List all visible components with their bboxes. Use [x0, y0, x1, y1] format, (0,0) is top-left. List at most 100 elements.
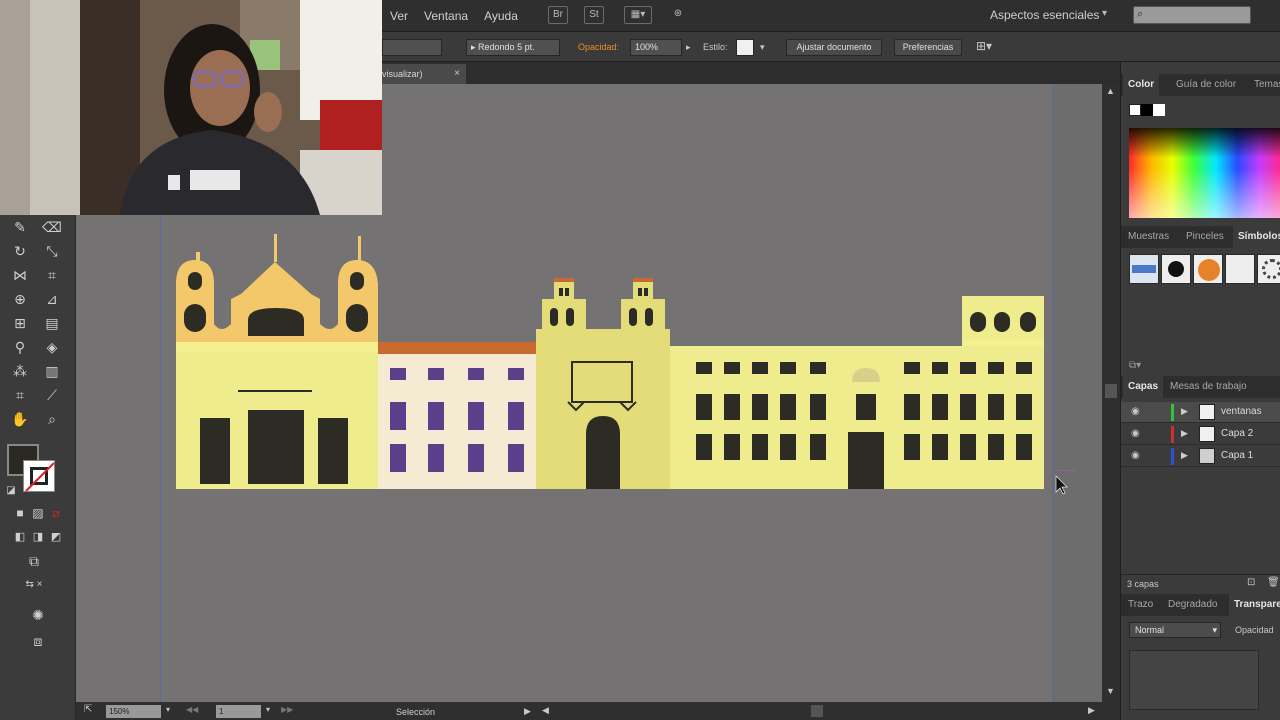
page-field[interactable]: 1: [216, 705, 261, 718]
arrange-icon[interactable]: ⊞▾: [976, 39, 992, 53]
none-swatch[interactable]: [1129, 104, 1141, 116]
stock-icon[interactable]: St: [584, 6, 604, 24]
first-page-icon[interactable]: ◀◀: [186, 705, 198, 714]
status-menu-icon[interactable]: ▶: [524, 706, 531, 717]
symbol-orange-button[interactable]: [1193, 254, 1223, 284]
scroll-right-icon[interactable]: ▶: [1088, 705, 1095, 716]
chevron-down-icon[interactable]: ▾: [266, 705, 270, 714]
close-icon[interactable]: ×: [454, 64, 460, 84]
tab-swatches[interactable]: Muestras: [1123, 226, 1174, 248]
default-colors-icon[interactable]: ◪: [4, 480, 18, 502]
screen-mode-icon[interactable]: ⧉: [22, 550, 46, 572]
artboard-tool-icon[interactable]: ⌗: [8, 384, 32, 406]
zoom-tool-icon[interactable]: ⌕: [40, 408, 64, 430]
tab-color[interactable]: Color: [1123, 74, 1160, 96]
none-mode-icon[interactable]: ⧄: [44, 502, 68, 524]
tab-transparency[interactable]: Transparencia: [1229, 594, 1280, 616]
mesh-tool-icon[interactable]: ⊞: [8, 312, 32, 334]
symbol-splash[interactable]: [1161, 254, 1191, 284]
expand-arrow-icon[interactable]: ▶: [1181, 450, 1188, 461]
eye-icon[interactable]: ◉: [1131, 450, 1140, 461]
chevron-right-icon[interactable]: ▸: [686, 42, 691, 53]
hand-tool-icon[interactable]: ✋: [8, 408, 32, 430]
symbol-library-icon[interactable]: ⧉▾: [1129, 360, 1141, 371]
scroll-down-icon[interactable]: ▼: [1106, 686, 1115, 696]
opacity-label[interactable]: Opacidad:: [578, 42, 619, 52]
layer-row[interactable]: ◉ ▶ Capa 1: [1121, 446, 1280, 467]
black-swatch[interactable]: [1141, 104, 1153, 116]
chevron-down-icon[interactable]: ▾: [166, 705, 170, 714]
slice-tool-icon[interactable]: ⟋: [40, 384, 64, 406]
width-tool-icon[interactable]: ⋈: [8, 264, 32, 286]
scroll-thumb[interactable]: [1105, 384, 1117, 398]
symbols-panel-icon[interactable]: ✺: [26, 604, 50, 626]
scroll-up-icon[interactable]: ▲: [1106, 86, 1115, 96]
draw-inside-icon[interactable]: ◩: [44, 526, 68, 548]
zoom-field[interactable]: 150%: [106, 705, 161, 718]
layer-name[interactable]: Capa 1: [1221, 450, 1253, 461]
layer-row[interactable]: ◉ ▶ ventanas: [1121, 402, 1280, 423]
church-building[interactable]: [176, 234, 378, 489]
gpu-icon[interactable]: ⊛: [668, 6, 688, 24]
rotate-tool-icon[interactable]: ↻: [8, 240, 32, 262]
document-tab[interactable]: visualizar) ×: [380, 64, 466, 84]
tab-color-guide[interactable]: Guía de color: [1171, 74, 1241, 96]
scale-tool-icon[interactable]: ⤡: [40, 240, 64, 262]
free-transform-icon[interactable]: ⌗: [40, 264, 64, 286]
blend-tool-icon[interactable]: ◈: [40, 336, 64, 358]
gradient-tool-icon[interactable]: ▤: [40, 312, 64, 334]
menu-ventana[interactable]: Ventana: [416, 9, 476, 23]
style-swatch[interactable]: [736, 39, 754, 56]
new-layer-icon[interactable]: ⊡: [1247, 577, 1255, 588]
stroke-swatch[interactable]: [23, 460, 55, 492]
brush-definition-select[interactable]: ▸ Redondo 5 pt.: [466, 39, 560, 56]
color-quick-swatches[interactable]: [1129, 104, 1169, 116]
expand-arrow-icon[interactable]: ▶: [1181, 428, 1188, 439]
workspace-switcher[interactable]: Aspectos esenciales: [990, 8, 1099, 22]
scroll-left-icon[interactable]: ◀: [542, 705, 549, 716]
perspective-grid-icon[interactable]: ⊿: [40, 288, 64, 310]
pencil-tool-icon[interactable]: ✎: [8, 216, 32, 238]
menu-ayuda[interactable]: Ayuda: [476, 9, 526, 23]
tab-stroke[interactable]: Trazo: [1123, 594, 1158, 616]
shape-builder-icon[interactable]: ⊕: [8, 288, 32, 310]
blend-mode-select[interactable]: Normal ▾: [1129, 622, 1221, 638]
chevron-down-icon[interactable]: ▾: [760, 42, 765, 53]
preferences-button[interactable]: Preferencias: [894, 39, 962, 56]
layer-name[interactable]: Capa 2: [1221, 428, 1253, 439]
search-input[interactable]: ⌕: [1133, 6, 1251, 24]
expand-collapse-icon[interactable]: ⇆ ×: [22, 574, 46, 596]
document-setup-button[interactable]: Ajustar documento: [786, 39, 882, 56]
artboard-nav-icon[interactable]: ⇱: [84, 704, 92, 715]
expand-arrow-icon[interactable]: ▶: [1181, 406, 1188, 417]
symbol-blue-banner[interactable]: [1129, 254, 1159, 284]
delete-layer-icon[interactable]: 🗑: [1267, 577, 1280, 588]
tab-themes[interactable]: Temas: [1249, 74, 1280, 96]
tab-symbols[interactable]: Símbolos: [1233, 226, 1280, 248]
gate-tower[interactable]: [536, 278, 670, 489]
symbol-ring[interactable]: [1257, 254, 1280, 284]
house-building[interactable]: [378, 342, 538, 489]
bridge-icon[interactable]: Br: [548, 6, 568, 24]
arrange-documents-icon[interactable]: ▦▾: [624, 6, 652, 24]
eraser-tool-icon[interactable]: ⌫: [40, 216, 64, 238]
eye-icon[interactable]: ◉: [1131, 406, 1140, 417]
layer-row[interactable]: ◉ ▶ Capa 2: [1121, 424, 1280, 445]
vertical-scrollbar[interactable]: ▲ ▼: [1102, 84, 1120, 702]
menu-ver[interactable]: Ver: [382, 9, 416, 23]
white-swatch[interactable]: [1153, 104, 1165, 116]
stroke-weight-field[interactable]: [382, 39, 442, 56]
symbol-sprayer-icon[interactable]: ⁂: [8, 360, 32, 382]
last-page-icon[interactable]: ▶▶: [281, 705, 293, 714]
chevron-down-icon[interactable]: ▾: [1102, 8, 1107, 19]
tab-artboards[interactable]: Mesas de trabajo: [1165, 376, 1252, 398]
opacity-field[interactable]: 100%: [630, 39, 682, 56]
h-scroll-thumb[interactable]: [811, 705, 823, 717]
eye-icon[interactable]: ◉: [1131, 428, 1140, 439]
column-graph-icon[interactable]: ▥: [40, 360, 64, 382]
tab-gradient[interactable]: Degradado: [1163, 594, 1222, 616]
eyedropper-icon[interactable]: ⚲: [8, 336, 32, 358]
transform-panel-icon[interactable]: ⧈: [26, 630, 50, 652]
long-building[interactable]: [670, 296, 1044, 489]
tab-brushes[interactable]: Pinceles: [1181, 226, 1229, 248]
